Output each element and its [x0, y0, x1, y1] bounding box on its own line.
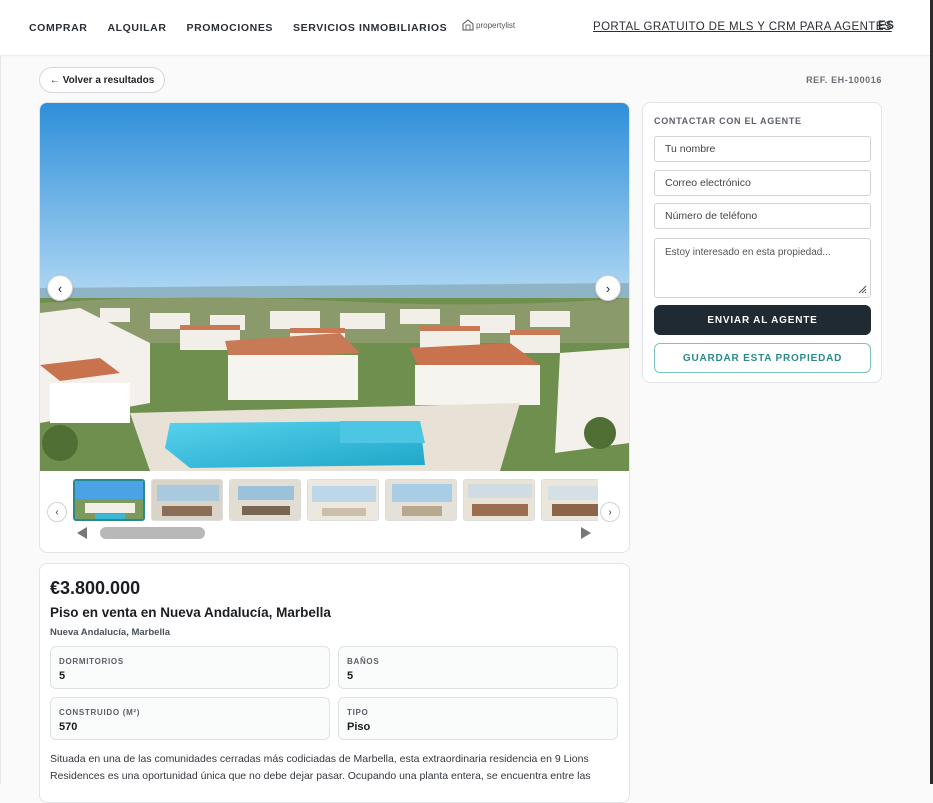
phone-field[interactable] [654, 203, 871, 229]
email-field[interactable] [654, 170, 871, 196]
thumbnail-list [73, 479, 598, 523]
thumbnail-scrollbar[interactable] [77, 525, 591, 541]
next-photo-button[interactable]: › [595, 275, 621, 301]
message-field[interactable] [654, 238, 871, 298]
contact-agent-form: CONTACTAR CON EL AGENTE ENVIAR AL AGENTE… [642, 102, 882, 383]
thumbnail-6[interactable] [463, 479, 535, 521]
listing-description: Situada en una de las comunidades cerrad… [50, 753, 591, 782]
previous-photo-button[interactable]: ‹ [47, 275, 73, 301]
property-reference: REF. EH-100016 [806, 75, 882, 85]
thumbnail-3[interactable] [229, 479, 301, 521]
stat-label: CONSTRUIDO (M²) [59, 708, 141, 717]
back-label: Volver a resultados [62, 74, 155, 86]
main-photo[interactable]: ‹ › [40, 103, 629, 471]
logo-text: propertylist [476, 20, 516, 30]
thumbnail-5[interactable] [385, 479, 457, 521]
stat-value: Piso [347, 721, 371, 733]
name-field[interactable] [654, 136, 871, 162]
stat-label: TIPO [347, 708, 369, 717]
listing-details: €3.800.000 Piso en venta en Nueva Andalu… [39, 563, 630, 803]
thumbnail-2[interactable] [151, 479, 223, 521]
thumbnail-next-button[interactable]: › [600, 502, 620, 522]
stat-bedrooms: DORMITORIOS 5 [50, 646, 330, 689]
scroll-left-arrow-icon[interactable] [77, 527, 87, 539]
nav-item-servicios[interactable]: SERVICIOS INMOBILIARIOS [293, 22, 447, 34]
stat-value: 5 [59, 670, 66, 682]
house-logo-icon [462, 19, 474, 31]
main-nav: COMPRAR ALQUILAR PROMOCIONES SERVICIOS I… [29, 22, 447, 34]
thumbnail-prev-button[interactable]: ‹ [47, 502, 67, 522]
top-navigation: COMPRAR ALQUILAR PROMOCIONES SERVICIOS I… [0, 0, 933, 56]
thumbnail-7[interactable] [541, 479, 598, 521]
stat-value: 5 [347, 670, 354, 682]
site-logo[interactable]: propertylist [462, 19, 515, 31]
thumbnail-4[interactable] [307, 479, 379, 521]
contact-form-title: CONTACTAR CON EL AGENTE [654, 116, 802, 126]
language-selector[interactable]: ES [878, 20, 895, 32]
stat-type: TIPO Piso [338, 697, 618, 740]
save-property-button[interactable]: GUARDAR ESTA PROPIEDAD [654, 343, 871, 373]
listing-price: €3.800.000 [50, 578, 141, 598]
thumbnail-1[interactable] [73, 479, 145, 521]
stat-bathrooms: BAÑOS 5 [338, 646, 618, 689]
arrow-left-icon: ← [49, 74, 60, 86]
stat-value: 570 [59, 721, 78, 733]
listing-title: Piso en venta en Nueva Andalucía, Marbel… [50, 605, 331, 620]
stat-built-area: CONSTRUIDO (M²) 570 [50, 697, 330, 740]
scrollbar-thumb[interactable] [100, 527, 205, 539]
resize-grip-icon[interactable] [857, 284, 867, 294]
back-to-results-button[interactable]: ← Volver a resultados [39, 67, 165, 93]
thumbnail-strip: ‹ › [40, 479, 629, 523]
window-edge-left [0, 0, 1, 784]
listing-location: Nueva Andalucía, Marbella [50, 627, 171, 638]
nav-item-promociones[interactable]: PROMOCIONES [187, 22, 274, 34]
nav-item-comprar[interactable]: COMPRAR [29, 22, 87, 34]
stat-label: DORMITORIOS [59, 657, 124, 666]
portal-agents-link[interactable]: PORTAL GRATUITO DE MLS Y CRM PARA AGENTE… [593, 21, 892, 33]
photo-gallery: ‹ › ‹ › [39, 102, 630, 553]
send-to-agent-button[interactable]: ENVIAR AL AGENTE [654, 305, 871, 335]
property-photo [40, 103, 629, 471]
nav-item-alquilar[interactable]: ALQUILAR [107, 22, 166, 34]
scroll-right-arrow-icon[interactable] [581, 527, 591, 539]
stat-label: BAÑOS [347, 657, 380, 666]
